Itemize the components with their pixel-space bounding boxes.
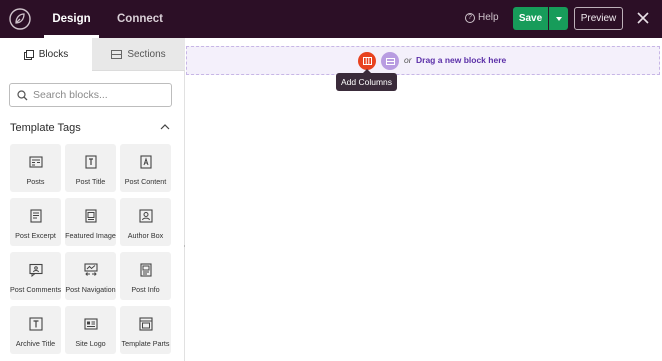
template-parts-icon [138, 317, 153, 331]
block-label: Featured Image [65, 231, 116, 240]
top-bar: Design Connect ? Help Save Preview [0, 0, 662, 38]
drag-block-hint: Drag a new block here [416, 55, 507, 65]
block-label: Template Parts [121, 339, 170, 348]
help-icon: ? [465, 12, 475, 23]
block-label: Post Excerpt [15, 231, 56, 240]
blocks-icon [23, 49, 34, 60]
block-label: Archive Title [15, 339, 56, 348]
block-label: Author Box [127, 231, 164, 240]
featured-image-icon [84, 209, 97, 223]
post-content-icon [139, 155, 152, 169]
page-canvas [185, 38, 662, 361]
block-post-excerpt[interactable]: Post Excerpt [10, 198, 61, 246]
tab-sections-label: Sections [127, 48, 166, 60]
post-comments-icon [28, 263, 43, 277]
block-featured-image[interactable]: Featured Image [65, 198, 116, 246]
sections-icon [111, 49, 123, 59]
search-input[interactable] [33, 89, 163, 101]
columns-icon [362, 57, 372, 65]
post-navigation-icon [83, 263, 98, 276]
close-icon[interactable] [636, 11, 650, 25]
site-logo-icon [83, 318, 98, 330]
preview-button[interactable]: Preview [574, 7, 623, 30]
block-archive-title[interactable]: Archive Title [10, 306, 61, 354]
tab-sections[interactable]: Sections [92, 38, 185, 71]
post-info-icon [139, 263, 152, 277]
tab-connect[interactable]: Connect [112, 0, 168, 38]
block-label: Post Info [131, 285, 160, 294]
chevron-up-icon[interactable] [160, 123, 170, 131]
block-label: Post Comments [9, 285, 62, 294]
block-posts[interactable]: Posts [10, 144, 61, 192]
posts-icon [28, 156, 43, 168]
help-link[interactable]: ? Help [465, 12, 499, 23]
block-site-logo[interactable]: Site Logo [65, 306, 116, 354]
block-post-content[interactable]: Post Content [120, 144, 171, 192]
sidebar: Blocks Sections Template Tags Posts Post… [0, 38, 185, 361]
block-post-comments[interactable]: Post Comments [10, 252, 61, 300]
add-columns-tooltip: Add Columns [336, 69, 397, 91]
post-excerpt-icon [29, 209, 42, 223]
author-box-icon [138, 209, 153, 223]
block-author-box[interactable]: Author Box [120, 198, 171, 246]
template-tags-heading[interactable]: Template Tags [10, 122, 81, 134]
seedprod-logo-icon[interactable] [9, 8, 31, 30]
post-title-icon [84, 155, 97, 169]
section-icon [385, 57, 395, 65]
tab-design[interactable]: Design [44, 0, 99, 38]
search-icon [17, 89, 28, 100]
block-post-info[interactable]: Post Info [120, 252, 171, 300]
block-label: Post Content [124, 177, 167, 186]
help-label: Help [478, 12, 499, 23]
add-block-button[interactable] [381, 52, 399, 70]
search-box[interactable] [9, 83, 172, 107]
archive-title-icon [28, 317, 43, 331]
tab-blocks-label: Blocks [38, 49, 69, 60]
block-label: Site Logo [75, 339, 106, 348]
save-options-dropdown[interactable] [549, 7, 568, 30]
block-label: Post Title [75, 177, 106, 186]
or-text: or [404, 55, 412, 65]
block-label: Post Navigation [65, 285, 116, 294]
block-template-parts[interactable]: Template Parts [120, 306, 171, 354]
block-post-title[interactable]: Post Title [65, 144, 116, 192]
add-columns-button[interactable] [358, 52, 376, 70]
block-post-navigation[interactable]: Post Navigation [65, 252, 116, 300]
save-button[interactable]: Save [513, 7, 548, 30]
block-label: Posts [26, 177, 45, 186]
tab-blocks[interactable]: Blocks [0, 38, 92, 71]
